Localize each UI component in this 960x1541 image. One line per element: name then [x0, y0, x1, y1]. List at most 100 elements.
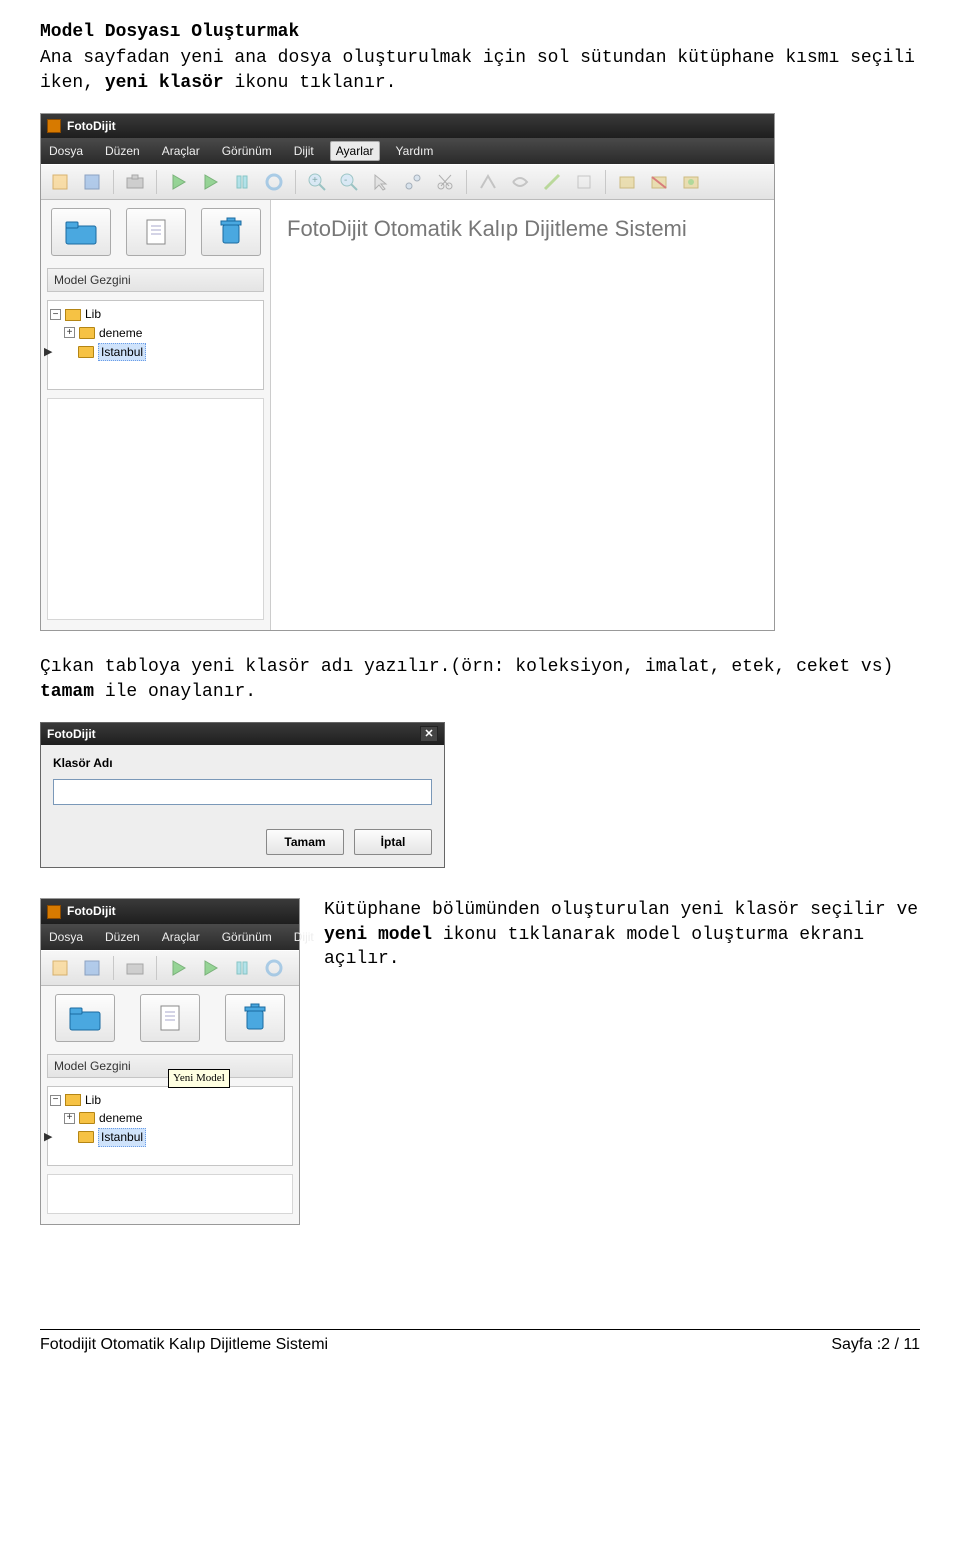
left-panel: Model Gezgini − Lib + deneme ▶ Istanbul: [41, 200, 271, 630]
folder-name-dialog: FotoDijit ✕ Klasör Adı Tamam İptal: [40, 722, 445, 869]
tool-new-icon[interactable]: [47, 169, 73, 195]
app-title: FotoDijit: [67, 118, 116, 134]
footer-right: Sayfa :2 / 11: [831, 1334, 920, 1356]
tool-zoom-in-icon[interactable]: +: [304, 169, 330, 195]
tool-pause-icon[interactable]: [229, 955, 255, 981]
tree2-root[interactable]: Lib: [85, 1092, 101, 1108]
menu-dijit[interactable]: Dijit: [288, 141, 320, 161]
row-marker-icon: ▶: [44, 1130, 52, 1145]
menu2-dijit[interactable]: Dijit: [288, 927, 320, 947]
tool-pic3-icon[interactable]: [678, 169, 704, 195]
titlebar-small: FotoDijit: [41, 899, 299, 923]
tree2-item-istanbul[interactable]: Istanbul: [98, 1128, 146, 1146]
titlebar: FotoDijit: [41, 114, 774, 138]
menu2-araclar[interactable]: Araçlar: [156, 927, 206, 947]
tree-collapse-icon[interactable]: −: [50, 309, 61, 320]
menu-gorunum[interactable]: Görünüm: [216, 141, 278, 161]
dialog-titlebar: FotoDijit ✕: [41, 723, 444, 745]
tree-item-deneme[interactable]: deneme: [99, 325, 142, 341]
doc-para-3: Kütüphane bölümünden oluşturulan yeni kl…: [324, 898, 920, 971]
svg-text:-: -: [344, 175, 347, 186]
menu-duzen[interactable]: Düzen: [99, 141, 146, 161]
menu-ayarlar[interactable]: Ayarlar: [330, 141, 380, 161]
app-window-small: FotoDijit Dosya Düzen Araçlar Görünüm Di…: [40, 898, 300, 1225]
toolbar-sep: [295, 170, 296, 194]
toolbar-sep: [113, 170, 114, 194]
menu2-gorunum[interactable]: Görünüm: [216, 927, 278, 947]
tool-cursor-icon[interactable]: [368, 169, 394, 195]
new-model-tooltip: Yeni Model: [168, 1069, 230, 1088]
model-tree[interactable]: − Lib + deneme ▶ Istanbul: [47, 300, 264, 390]
folder-icon: [79, 1112, 95, 1124]
menu2-dosya[interactable]: Dosya: [43, 927, 89, 947]
delete-button[interactable]: [201, 208, 261, 256]
tool-pic1-icon[interactable]: [614, 169, 640, 195]
tool-camera-icon[interactable]: [122, 169, 148, 195]
doc-para-1-post: ikonu tıklanır.: [224, 73, 397, 93]
toolbar-sep: [156, 956, 157, 980]
tree2-item-deneme[interactable]: deneme: [99, 1110, 142, 1126]
left-panel-small: Model Gezgini Yeni Model −Lib +deneme ▶ …: [41, 986, 299, 1224]
tool-new-icon[interactable]: [47, 955, 73, 981]
tool-misc4-icon[interactable]: [571, 169, 597, 195]
row-marker-icon: ▶: [44, 345, 52, 360]
menu-yardim[interactable]: Yardım: [390, 141, 440, 161]
folder-icon: [78, 346, 94, 358]
tree-root[interactable]: Lib: [85, 306, 101, 322]
tool-save-icon[interactable]: [79, 169, 105, 195]
tool-play2-icon[interactable]: [197, 955, 223, 981]
tree-expand-icon[interactable]: +: [64, 327, 75, 338]
tool-play-icon[interactable]: [165, 955, 191, 981]
cancel-button[interactable]: İptal: [354, 829, 432, 855]
svg-text:+: +: [312, 175, 318, 186]
tool-play-icon[interactable]: [165, 169, 191, 195]
panel-title: Model Gezgini: [47, 268, 264, 292]
model-tree-2[interactable]: Yeni Model −Lib +deneme ▶ Istanbul: [47, 1086, 293, 1166]
tree-collapse-icon[interactable]: −: [50, 1095, 61, 1106]
new-folder-button-2[interactable]: [55, 994, 115, 1042]
tool-zoom-out-icon[interactable]: -: [336, 169, 362, 195]
delete-button-2[interactable]: [225, 994, 285, 1042]
doc-para-2: Çıkan tabloya yeni klasör adı yazılır.(ö…: [40, 655, 920, 704]
new-model-button[interactable]: [126, 208, 186, 256]
new-folder-button[interactable]: [51, 208, 111, 256]
tool-misc2-icon[interactable]: [507, 169, 533, 195]
footer-separator: [40, 1329, 920, 1330]
toolbar-sep: [605, 170, 606, 194]
doc-para-3-pre: Kütüphane bölümünden oluşturulan yeni kl…: [324, 900, 918, 920]
new-model-button-2[interactable]: [140, 994, 200, 1042]
tool-misc3-icon[interactable]: [539, 169, 565, 195]
tool-camera-icon[interactable]: [122, 955, 148, 981]
folder-icon: [79, 327, 95, 339]
folder-icon: [78, 1131, 94, 1143]
dialog-field-label: Klasör Adı: [53, 755, 432, 771]
doc-para-3-bold: yeni model: [324, 925, 432, 945]
doc-para-2-bold: tamam: [40, 682, 94, 702]
tool-cut-icon[interactable]: [432, 169, 458, 195]
tool-node-icon[interactable]: [400, 169, 426, 195]
dialog-close-button[interactable]: ✕: [420, 726, 438, 742]
page-footer: Fotodijit Otomatik Kalıp Dijitleme Siste…: [40, 1334, 920, 1356]
tree-item-istanbul[interactable]: Istanbul: [98, 343, 146, 361]
tool-pause-icon[interactable]: [229, 169, 255, 195]
trash-icon: [217, 217, 245, 247]
tool-pic2-icon[interactable]: [646, 169, 672, 195]
toolbar-small: [41, 950, 299, 986]
tool-refresh-icon[interactable]: [261, 169, 287, 195]
folder-icon: [64, 218, 98, 246]
ok-button[interactable]: Tamam: [266, 829, 344, 855]
tool-refresh-icon[interactable]: [261, 955, 287, 981]
tool-save-icon[interactable]: [79, 955, 105, 981]
folder-name-input[interactable]: [53, 779, 432, 805]
new-model-icon: [141, 217, 171, 247]
menu2-duzen[interactable]: Düzen: [99, 927, 146, 947]
folder-icon: [68, 1004, 102, 1032]
app-title-small: FotoDijit: [67, 903, 116, 919]
menu-dosya[interactable]: Dosya: [43, 141, 89, 161]
tool-play2-icon[interactable]: [197, 169, 223, 195]
tool-misc1-icon[interactable]: [475, 169, 501, 195]
tree-expand-icon[interactable]: +: [64, 1113, 75, 1124]
folder-open-icon: [65, 309, 81, 321]
menu-araclar[interactable]: Araçlar: [156, 141, 206, 161]
doc-para-2-pre: Çıkan tabloya yeni klasör adı yazılır.(ö…: [40, 657, 893, 677]
